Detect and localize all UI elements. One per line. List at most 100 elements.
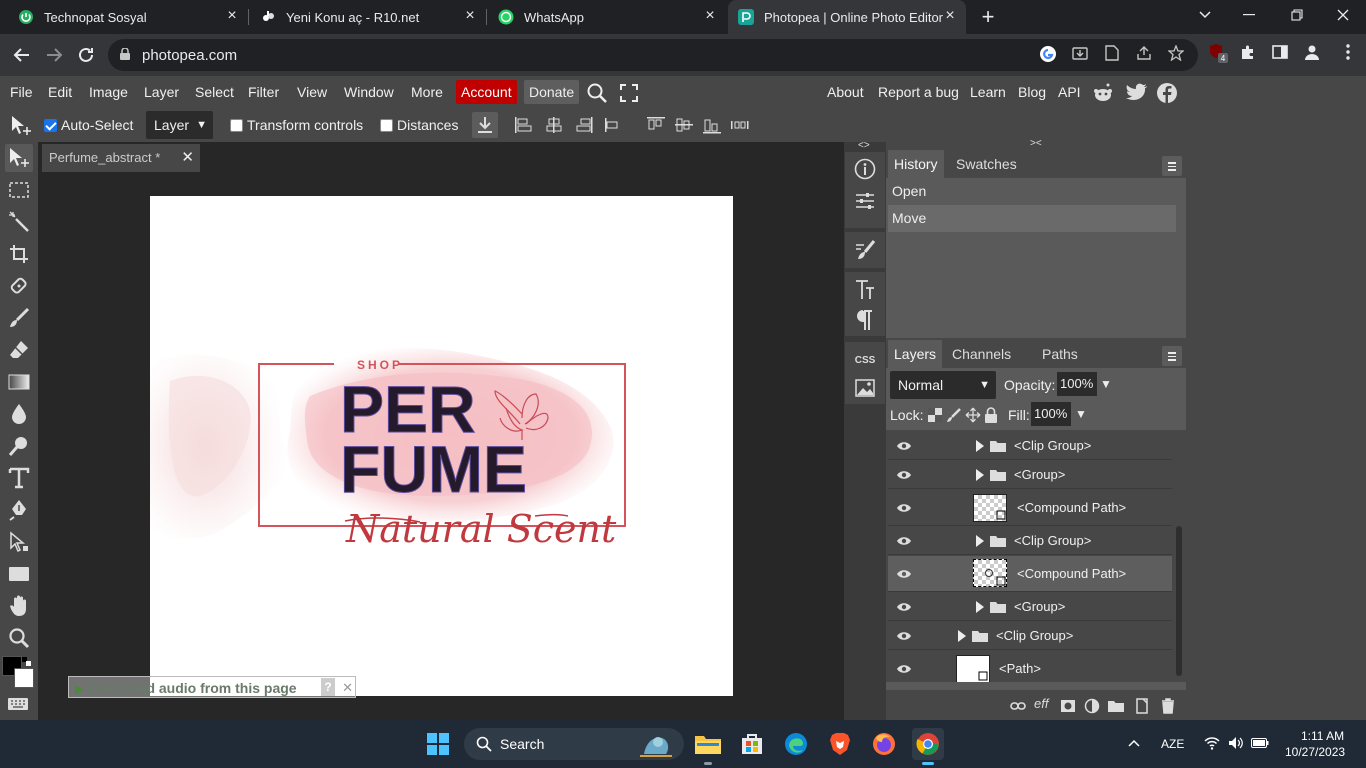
- language-indicator[interactable]: AZE: [1161, 737, 1184, 751]
- dodge-tool-icon[interactable]: [5, 432, 33, 460]
- layer-row[interactable]: <Clip Group>: [888, 622, 1172, 650]
- download-align-icon[interactable]: [472, 112, 498, 138]
- adjustment-layer-icon[interactable]: [1084, 698, 1100, 714]
- minimize-button[interactable]: [1226, 0, 1272, 30]
- marquee-tool-icon[interactable]: [5, 176, 33, 204]
- google-icon[interactable]: [1038, 45, 1058, 65]
- move-tool-icon[interactable]: [10, 115, 32, 142]
- clock-date[interactable]: 10/27/2023: [1285, 745, 1345, 759]
- taskbar-search[interactable]: Search: [464, 728, 684, 760]
- link-about[interactable]: About: [827, 84, 864, 100]
- reddit-icon[interactable]: [1092, 82, 1114, 109]
- align-center-h-icon[interactable]: [544, 116, 564, 134]
- wifi-icon[interactable]: [1204, 736, 1220, 753]
- expand-triangle-icon[interactable]: [976, 601, 984, 613]
- info-icon[interactable]: [853, 157, 877, 181]
- magic-wand-icon[interactable]: [5, 208, 33, 236]
- path-selection-icon[interactable]: [5, 528, 33, 556]
- menu-more[interactable]: More: [411, 84, 443, 100]
- blend-mode-dropdown[interactable]: Normal ▼: [890, 371, 996, 399]
- css-icon[interactable]: CSS: [853, 348, 877, 372]
- distances-checkbox[interactable]: [380, 119, 393, 132]
- battery-icon[interactable]: [1251, 737, 1269, 752]
- search-icon[interactable]: [586, 82, 608, 109]
- align-middle-v-icon[interactable]: [674, 116, 694, 134]
- eye-icon[interactable]: [896, 602, 912, 612]
- layer-row-selected[interactable]: <Compound Path>: [888, 556, 1172, 592]
- ublock-extension-icon[interactable]: 4: [1206, 43, 1230, 67]
- healing-brush-icon[interactable]: [5, 272, 33, 300]
- collapse-right-icon[interactable]: ><: [1030, 138, 1042, 149]
- lock-pixels-icon[interactable]: [946, 407, 962, 428]
- document-canvas[interactable]: SHOP PER FUME Natural Scent: [150, 196, 733, 696]
- align-left-icon[interactable]: [514, 116, 534, 134]
- fill-input[interactable]: 100%: [1031, 402, 1071, 426]
- fill-dropdown-icon[interactable]: ▼: [1075, 407, 1087, 421]
- auto-select-checkbox[interactable]: [44, 119, 57, 132]
- menu-filter[interactable]: Filter: [248, 84, 279, 100]
- layer-row[interactable]: <Clip Group>: [888, 527, 1172, 555]
- close-tab-icon[interactable]: ×: [224, 8, 240, 24]
- donate-button[interactable]: Donate: [524, 80, 580, 104]
- help-icon[interactable]: ?: [321, 678, 335, 696]
- chrome-taskbar-icon[interactable]: [912, 728, 944, 765]
- brush-tool-icon[interactable]: [5, 304, 33, 332]
- opacity-input[interactable]: 100%: [1057, 372, 1097, 396]
- opacity-dropdown-icon[interactable]: ▼: [1100, 377, 1112, 391]
- move-tool-button[interactable]: [5, 144, 33, 172]
- side-panel-icon[interactable]: [1268, 43, 1292, 67]
- new-group-icon[interactable]: [1108, 698, 1124, 714]
- lock-transparency-icon[interactable]: [928, 408, 942, 427]
- share-icon[interactable]: [1134, 45, 1154, 65]
- tab-layers[interactable]: Layers: [888, 340, 943, 368]
- firefox-icon[interactable]: [868, 728, 900, 760]
- expand-triangle-icon[interactable]: [976, 535, 984, 547]
- tab-swatches[interactable]: Swatches: [950, 150, 1023, 178]
- rectangle-tool-icon[interactable]: [5, 560, 33, 588]
- history-item-open[interactable]: Open: [888, 178, 1176, 205]
- browser-tab-whatsapp[interactable]: WhatsApp ×: [488, 0, 726, 34]
- windows-start-icon[interactable]: [422, 728, 454, 760]
- tray-overflow-chevron-icon[interactable]: [1128, 736, 1140, 750]
- pen-tool-icon[interactable]: [5, 496, 33, 524]
- download-audio-bar[interactable]: ▶ Download audio from this page ? ✕: [68, 676, 356, 698]
- lock-position-icon[interactable]: [965, 407, 981, 428]
- link-report-bug[interactable]: Report a bug: [878, 84, 959, 100]
- twitter-icon[interactable]: [1126, 83, 1148, 108]
- close-document-icon[interactable]: ✕: [181, 144, 194, 172]
- microsoft-store-icon[interactable]: [736, 728, 768, 760]
- menu-window[interactable]: Window: [344, 84, 394, 100]
- reload-button[interactable]: [74, 43, 98, 67]
- volume-icon[interactable]: [1228, 736, 1244, 753]
- browser-tab-r10[interactable]: Yeni Konu aç - R10.net ×: [250, 0, 487, 34]
- install-app-icon[interactable]: [1070, 45, 1090, 65]
- chrome-menu-icon[interactable]: [1336, 43, 1360, 67]
- close-window-button[interactable]: [1320, 0, 1366, 30]
- eye-icon[interactable]: [896, 631, 912, 641]
- character-icon[interactable]: [853, 278, 877, 302]
- layer-row[interactable]: <Path>: [888, 651, 1172, 682]
- fullscreen-icon[interactable]: [620, 84, 638, 107]
- eye-icon[interactable]: [896, 664, 912, 674]
- keyboard-icon[interactable]: [8, 697, 28, 715]
- paragraph-icon[interactable]: [853, 308, 877, 332]
- facebook-icon[interactable]: [1156, 82, 1178, 109]
- eye-icon[interactable]: [896, 569, 912, 579]
- tab-paths[interactable]: Paths: [1036, 340, 1084, 368]
- brave-browser-icon[interactable]: [824, 728, 856, 760]
- address-bar[interactable]: photopea.com: [108, 39, 1198, 71]
- new-layer-icon[interactable]: [1134, 698, 1150, 714]
- back-button[interactable]: [10, 43, 34, 67]
- delete-layer-icon[interactable]: [1160, 698, 1176, 714]
- menu-select[interactable]: Select: [195, 84, 234, 100]
- layer-row[interactable]: <Group>: [888, 461, 1172, 489]
- layer-mask-icon[interactable]: [1060, 698, 1076, 714]
- link-blog[interactable]: Blog: [1018, 84, 1046, 100]
- bookmark-star-icon[interactable]: [1166, 44, 1186, 65]
- menu-edit[interactable]: Edit: [48, 84, 72, 100]
- hand-tool-icon[interactable]: [5, 592, 33, 620]
- eye-icon[interactable]: [896, 441, 912, 451]
- crop-tool-icon[interactable]: [5, 240, 33, 268]
- eraser-tool-icon[interactable]: [5, 336, 33, 364]
- layer-row[interactable]: <Clip Group>: [888, 432, 1172, 460]
